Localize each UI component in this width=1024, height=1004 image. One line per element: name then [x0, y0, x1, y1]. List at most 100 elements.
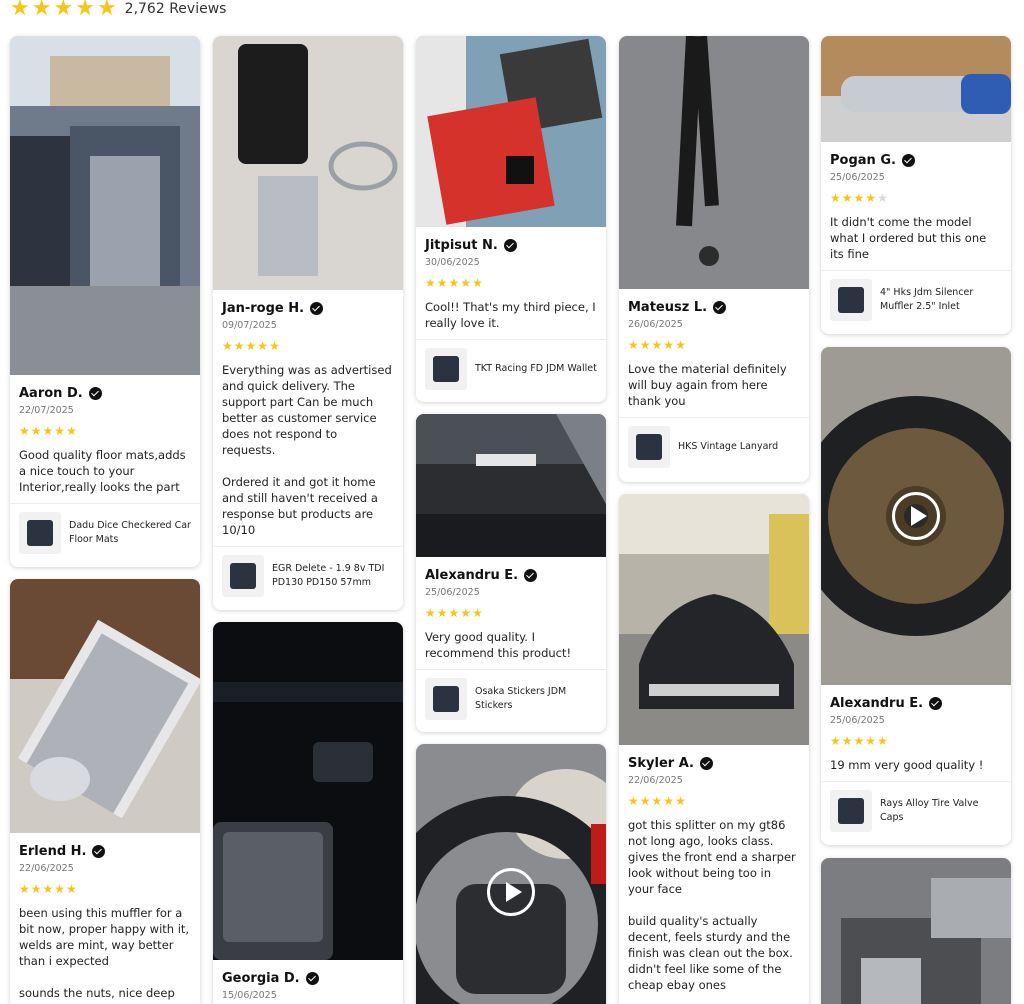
reviewed-product-link[interactable]: HKS Vintage Lanyard	[619, 417, 809, 476]
review-photo[interactable]	[416, 414, 606, 557]
star-icon: ★	[66, 424, 77, 438]
review-photo[interactable]	[416, 36, 606, 227]
star-icon: ★	[96, 0, 117, 21]
star-icon: ★	[853, 734, 865, 748]
review-card[interactable]: Erlend H. 22/06/2025 ★ ★ ★ ★ ★ been using this …	[10, 579, 200, 1004]
review-text: been using this muffler for a bit now, p…	[19, 906, 190, 1000]
review-date: 22/07/2025	[19, 405, 74, 416]
review-photo[interactable]	[619, 494, 809, 745]
review-photo[interactable]	[821, 36, 1011, 142]
star-icon: ★	[460, 606, 472, 620]
reviewer-name: Skyler A.	[628, 755, 694, 771]
product-name: 4" Hks Jdm Silencer Muffler 2.5" Inlet	[880, 287, 974, 312]
review-card[interactable]: Alexandru E. 25/06/2025 ★ ★ ★ ★ ★ 19 mm very go…	[821, 347, 1011, 845]
star-icon: ★	[830, 191, 841, 205]
review-rating-stars: ★ ★ ★ ★ ★	[19, 882, 191, 896]
review-date: 25/06/2025	[830, 172, 885, 183]
star-icon: ★	[66, 882, 77, 896]
review-text: 19 mm very good quality !	[830, 758, 984, 772]
review-card[interactable]: Pogan G. 25/06/2025 ★ ★ ★ ★ ★ It didn't come th…	[821, 36, 1011, 334]
review-count: 2,762 Reviews	[124, 1, 227, 17]
reviewed-product-link[interactable]: Dadu Dice Checkered Car Floor Mats	[10, 503, 200, 562]
review-card[interactable]: Skyler A. 22/06/2025 ★ ★ ★ ★ ★ got this splitte…	[619, 494, 809, 1004]
reviewed-product-link[interactable]: EGR Delete - 1.9 8v TDI PD130 PD150 57mm	[213, 546, 403, 605]
reviewer-name: Aaron D.	[19, 385, 83, 401]
review-card[interactable]: Jitpisut N. 30/06/2025 ★ ★ ★ ★ ★ Cool!! That's …	[416, 36, 606, 402]
star-icon: ★	[425, 276, 436, 290]
play-icon[interactable]	[892, 492, 940, 540]
reviewed-product-link[interactable]: TKT Racing FD JDM Wallet	[416, 339, 606, 398]
review-text: Cool!! That's my third piece, I really l…	[425, 300, 596, 330]
star-icon: ★	[877, 191, 888, 205]
star-icon: ★	[30, 882, 42, 896]
review-card[interactable]: Jan-roge H. 09/07/2025 ★ ★ ★ ★ ★ Everything was…	[213, 36, 403, 610]
review-photo[interactable]	[213, 622, 403, 960]
review-photo[interactable]	[10, 36, 200, 375]
review-card[interactable]	[821, 858, 1011, 1004]
review-card[interactable]	[416, 744, 606, 1004]
verified-check-icon	[503, 238, 517, 252]
review-rating-stars: ★ ★ ★ ★ ★	[425, 606, 597, 620]
review-rating-stars: ★ ★ ★ ★ ★	[628, 794, 800, 808]
star-icon: ★	[54, 882, 66, 896]
review-card[interactable]: Mateusz L. 26/06/2025 ★ ★ ★ ★ ★ Love the materi…	[619, 36, 809, 482]
star-icon: ★	[830, 734, 841, 748]
reviewed-product-link[interactable]: 4" Hks Jdm Silencer Muffler 2.5" Inlet	[821, 270, 1011, 329]
review-photo[interactable]	[10, 579, 200, 833]
reviewed-product-link[interactable]: Osaka Stickers JDM Stickers	[416, 669, 606, 728]
reviewed-product-link[interactable]: Rays Alloy Tire Valve Caps	[821, 781, 1011, 840]
reviewer-row: Georgia D.	[222, 968, 394, 988]
review-photo[interactable]	[821, 347, 1011, 685]
star-icon: ★	[31, 0, 52, 21]
review-rating-stars: ★ ★ ★ ★ ★	[830, 734, 1002, 748]
review-photo[interactable]	[416, 744, 606, 1004]
star-icon: ★	[639, 794, 651, 808]
reviewer-name: Jan-roge H.	[222, 300, 305, 316]
verified-check-icon	[92, 844, 106, 858]
review-text: got this splitter on my gt86 not long ag…	[628, 818, 796, 992]
reviewer-name: Jitpisut N.	[425, 237, 498, 253]
star-icon: ★	[472, 276, 483, 290]
reviewer-name: Mateusz L.	[628, 299, 708, 315]
star-icon: ★	[460, 276, 472, 290]
overall-rating-stars: ★ ★ ★ ★ ★	[10, 0, 117, 20]
product-thumbnail	[628, 426, 670, 468]
review-date: 30/06/2025	[425, 257, 480, 268]
review-photo[interactable]	[213, 36, 403, 290]
star-icon: ★	[233, 339, 245, 353]
review-text: Good quality floor mats,adds a nice touc…	[19, 448, 186, 494]
star-icon: ★	[19, 424, 30, 438]
star-icon: ★	[841, 191, 853, 205]
play-icon[interactable]	[487, 868, 535, 916]
star-icon: ★	[628, 338, 639, 352]
review-photo[interactable]	[619, 36, 809, 289]
star-icon: ★	[75, 0, 95, 21]
review-text: Everything was as advertised and quick d…	[222, 363, 392, 537]
product-name: HKS Vintage Lanyard	[678, 441, 779, 452]
star-icon: ★	[675, 338, 686, 352]
verified-check-icon	[88, 386, 102, 400]
review-card[interactable]: Georgia D.15/06/2025★★★★★	[213, 622, 403, 1004]
star-icon: ★	[42, 424, 54, 438]
star-icon: ★	[448, 606, 460, 620]
review-text: Very good quality. I recommend this prod…	[425, 630, 572, 660]
verified-check-icon	[305, 971, 319, 985]
reviewer-row: Jan-roge H.	[222, 298, 394, 318]
star-icon: ★	[19, 882, 30, 896]
star-icon: ★	[865, 734, 877, 748]
review-card[interactable]: Alexandru E. 25/06/2025 ★ ★ ★ ★ ★ Very good qua…	[416, 414, 606, 732]
reviewer-row: Aaron D.	[19, 383, 191, 403]
star-icon: ★	[30, 424, 42, 438]
reviewer-row: Pogan G.	[830, 150, 1002, 170]
star-icon: ★	[472, 606, 483, 620]
star-icon: ★	[663, 338, 675, 352]
review-rating-stars: ★ ★ ★ ★ ★	[19, 424, 191, 438]
review-card[interactable]: Aaron D. 22/07/2025 ★ ★ ★ ★ ★ Good quality floo…	[10, 36, 200, 567]
reviews-header: ★ ★ ★ ★ ★ 2,762 Reviews	[10, 0, 226, 24]
review-rating-stars: ★ ★ ★ ★ ★	[222, 339, 394, 353]
product-name: EGR Delete - 1.9 8v TDI PD130 PD150 57mm	[272, 563, 385, 588]
review-rating-stars: ★ ★ ★ ★ ★	[628, 338, 800, 352]
review-photo[interactable]	[821, 858, 1011, 1004]
star-icon: ★	[448, 276, 460, 290]
star-icon: ★	[663, 794, 675, 808]
